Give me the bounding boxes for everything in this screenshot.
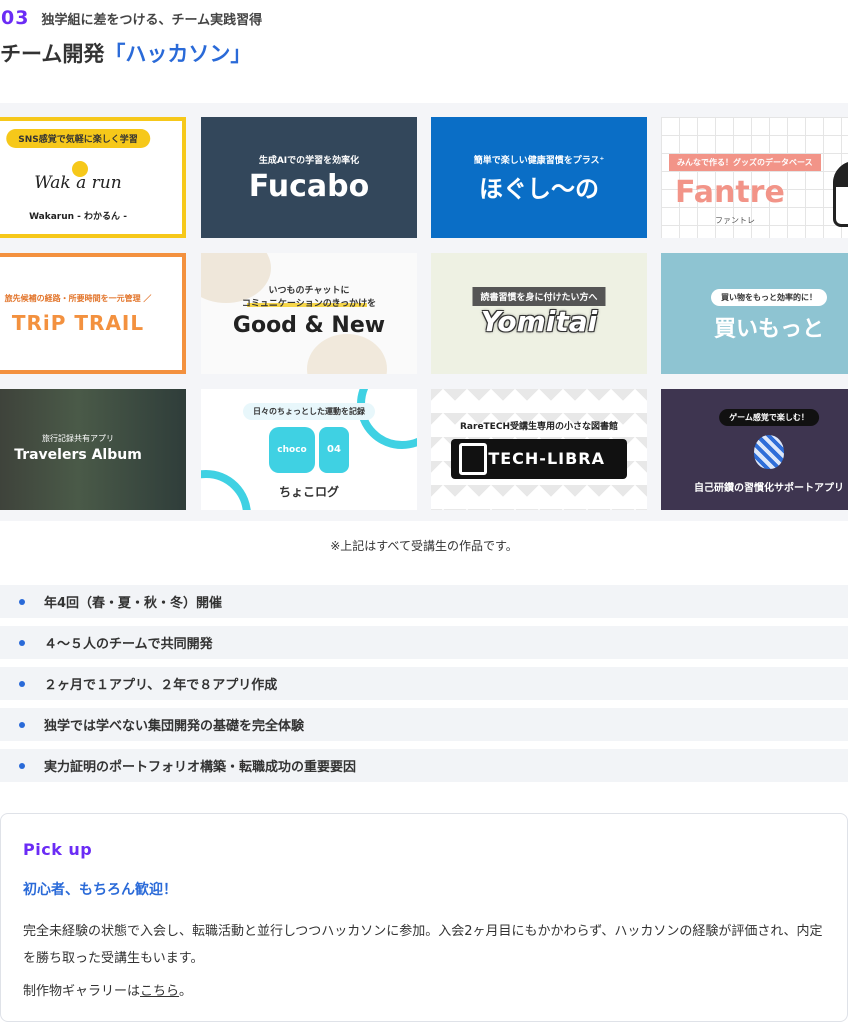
- gallery-note: ※上記はすべて受講生の作品です。: [330, 539, 518, 553]
- list-item: 年4回（春・夏・秋・冬）開催: [0, 585, 848, 618]
- list-item: ２ヶ月で１アプリ、２年で８アプリ作成: [0, 667, 848, 700]
- tile-tagline-2: コミュニケーションのきっかけを: [241, 299, 377, 309]
- tile-title: ほぐし〜の: [479, 175, 599, 203]
- bullet-icon: [19, 721, 25, 728]
- tile-number: 04: [319, 427, 349, 473]
- pickup-label: Pick up: [23, 840, 93, 859]
- tile-tagline: SNS感覚で気軽に楽しく学習: [6, 129, 150, 148]
- bullet-icon: [19, 762, 25, 769]
- section-header: 03 独学組に差をつける、チーム実践習得: [0, 6, 848, 30]
- tile-title: 自己研鑽の習慣化サポートアプリ: [694, 483, 844, 494]
- tile-title: Fantre: [675, 175, 785, 210]
- tile-tagline: 旅行記録共有アプリ: [42, 434, 114, 443]
- gallery-tile-trip-trail[interactable]: 旅先候補の経路・所要時間を一元管理 ／ TRiP TRAIL: [0, 253, 186, 374]
- pickup-heading: 初心者、もちろん歓迎！: [23, 882, 177, 898]
- shield-icon: [459, 443, 487, 475]
- title-accent: 「ハッカソン」: [104, 42, 252, 66]
- gallery-tile-kaimotto[interactable]: 買い物をもっと効率的に！ 買いもっと: [661, 253, 848, 374]
- list-item-text: 年4回（春・夏・秋・冬）開催: [44, 596, 223, 611]
- gallery-tile-tech-libra[interactable]: RareTECH受講生専用の小さな図書館 TECH-LIBRA: [431, 389, 647, 510]
- tile-title: Yomitai: [480, 305, 598, 338]
- tile-tagline: 旅先候補の経路・所要時間を一元管理 ／: [4, 294, 152, 303]
- gallery-tile-wakarun[interactable]: SNS感覚で気軽に楽しく学習 Wak a run Wakarun - わかるん …: [0, 117, 186, 238]
- tile-title: TRiP TRAIL: [11, 311, 145, 335]
- list-item-text: ４～５人のチームで共同開発: [44, 637, 213, 652]
- tile-tagline: 買い物をもっと効率的に！: [711, 289, 827, 306]
- pickup-body: 完全未経験の状態で入会し、転職活動と並行しつつハッカソンに参加。入会2ヶ月目にも…: [23, 924, 823, 966]
- tile-tagline: ゲーム感覚で楽しむ！: [719, 409, 819, 426]
- gallery-tile-yomitai[interactable]: 読書習慣を身に付けたい方へ Yomitai: [431, 253, 647, 374]
- feature-list: 年4回（春・夏・秋・冬）開催 ４～５人のチームで共同開発 ２ヶ月で１アプリ、２年…: [0, 585, 848, 790]
- tile-tagline: 生成AIでの学習を効率化: [258, 156, 360, 166]
- decor-blob: [307, 334, 387, 374]
- gallery-link-line: 制作物ギャラリーはこちら。: [23, 980, 192, 999]
- gallery-prefix: 制作物ギャラリーは: [23, 984, 141, 999]
- tile-tagline: みんなで作る！グッズのデータベース: [669, 154, 821, 171]
- tile-tagline: 読書習慣を身に付けたい方へ: [472, 287, 606, 306]
- title-prefix: チーム開発: [0, 42, 105, 66]
- tile-title: Fucabo: [248, 169, 370, 204]
- gallery-tile-hogushi[interactable]: 簡単で楽しい健康習慣をプラス⁺ ほぐし〜の: [431, 117, 647, 238]
- gallery-tile-game-app[interactable]: ゲーム感覚で楽しむ！ 自己研鑽の習慣化サポートアプリ: [661, 389, 848, 510]
- section-number: 03: [1, 7, 30, 29]
- character-illustration: [833, 161, 848, 227]
- list-item: ４～５人のチームで共同開発: [0, 626, 848, 659]
- pickup-card: Pick up 初心者、もちろん歓迎！ 完全未経験の状態で入会し、転職活動と並行…: [0, 813, 848, 1022]
- tile-tagline: 日々のちょっとした運動を記録: [243, 403, 375, 420]
- tile-title: ちょこログ: [278, 485, 339, 499]
- list-item-text: ２ヶ月で１アプリ、２年で８アプリ作成: [44, 678, 278, 693]
- tile-caption: Wakarun - わかるん -: [29, 212, 127, 222]
- bullet-icon: [19, 639, 25, 646]
- gallery-suffix: 。: [179, 984, 193, 999]
- tile-logo: Wak a run: [34, 173, 122, 193]
- tile-logo: choco log: [269, 427, 315, 501]
- gallery-link[interactable]: こちら: [140, 984, 179, 999]
- list-item-text: 実力証明のポートフォリオ構築・転職成功の重要要因: [44, 760, 357, 775]
- tile-tagline: RareTECH受講生専用の小さな図書館: [460, 422, 618, 432]
- egg-icon: [754, 435, 784, 469]
- bullet-icon: [19, 598, 25, 605]
- list-item: 実力証明のポートフォリオ構築・転職成功の重要要因: [0, 749, 848, 782]
- tile-title: Travelers Album: [14, 447, 142, 463]
- tile-title: 買いもっと: [713, 317, 824, 342]
- tile-tagline: 簡単で楽しい健康習慣をプラス⁺: [473, 156, 605, 166]
- tile-caption: ファントレ: [715, 216, 755, 225]
- list-item-text: 独学では学べない集団開発の基礎を完全体験: [44, 719, 305, 734]
- section-title: チーム開発「ハッカソン」: [0, 38, 251, 68]
- gallery-tile-fucabo[interactable]: 生成AIでの学習を効率化 Fucabo: [201, 117, 417, 238]
- gallery-tile-fantre[interactable]: みんなで作る！グッズのデータベース Fantre ファントレ: [661, 117, 848, 238]
- section-subtitle: 独学組に差をつける、チーム実践習得: [41, 12, 263, 28]
- gallery-tile-chocolog[interactable]: 日々のちょっとした運動を記録 choco log 04 ちょこログ: [201, 389, 417, 510]
- tile-tagline-1: いつものチャットに: [268, 286, 350, 296]
- gallery-tile-travelers-album[interactable]: 旅行記録共有アプリ Travelers Album: [0, 389, 186, 510]
- list-item: 独学では学べない集団開発の基礎を完全体験: [0, 708, 848, 741]
- gallery-tile-good-new[interactable]: いつものチャットに コミュニケーションのきっかけを Good & New: [201, 253, 417, 374]
- bullet-icon: [19, 680, 25, 687]
- tile-title: Good & New: [232, 313, 386, 338]
